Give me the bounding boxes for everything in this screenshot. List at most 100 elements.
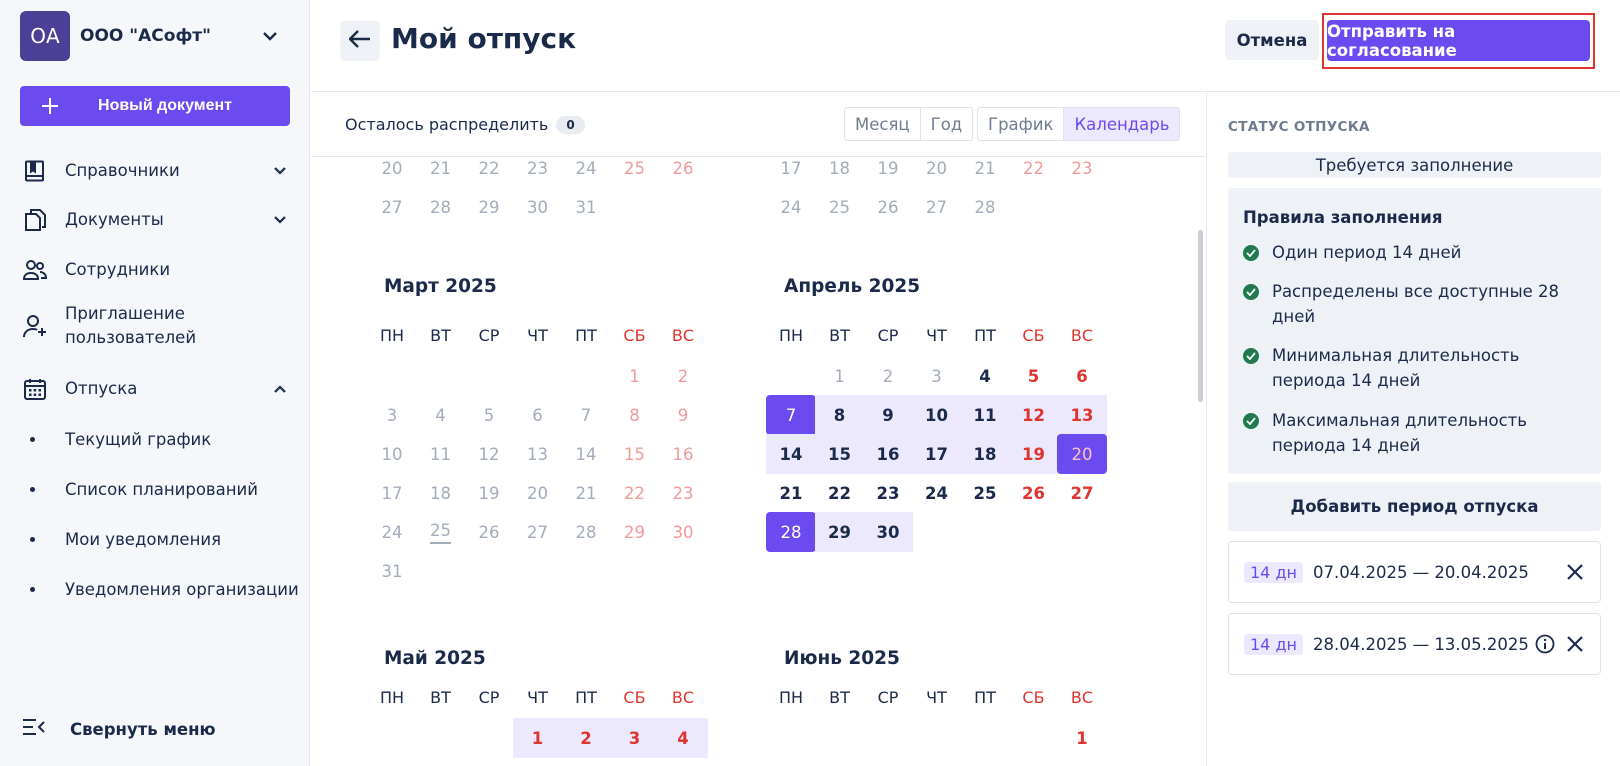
calendar-day[interactable]: 18 [815,158,865,188]
calendar-day[interactable]: 24 [912,473,962,513]
calendar-day[interactable]: 2 [561,718,611,758]
sidebar-item-invite-users[interactable]: Приглашение пользователей [22,302,212,350]
calendar-day[interactable]: 6 [1057,356,1107,396]
add-period-button[interactable]: Добавить период отпуска [1228,482,1601,531]
calendar-day[interactable]: 26 [658,158,708,188]
calendar-day[interactable]: 21 [960,158,1010,188]
calendar-day[interactable]: 17 [766,158,816,188]
close-icon[interactable] [1562,559,1588,585]
calendar-day[interactable]: 20 [1057,434,1107,474]
calendar-day[interactable]: 7 [766,395,816,435]
calendar-day[interactable]: 16 [863,434,913,474]
calendar-day[interactable]: 9 [863,395,913,435]
calendar-day[interactable]: 17 [367,473,417,513]
calendar-day[interactable]: 29 [610,512,660,552]
calendar-day[interactable]: 30 [658,512,708,552]
calendar-day[interactable]: 13 [513,434,563,474]
period-card[interactable]: 14 дн 07.04.2025 — 20.04.2025 [1228,541,1601,603]
calendar-day[interactable]: 27 [1057,473,1107,513]
calendar-day[interactable]: 29 [464,187,514,227]
calendar-day[interactable]: 28 [766,512,816,552]
collapse-menu-button[interactable]: Свернуть меню [22,718,216,740]
sidebar-item-documents[interactable]: Документы [22,207,290,233]
calendar-day[interactable]: 14 [766,434,816,474]
calendar-day[interactable]: 25 [960,473,1010,513]
calendar-day[interactable]: 2 [658,356,708,396]
calendar-day[interactable]: 23 [863,473,913,513]
sidebar-subitem-org-notifications[interactable]: Уведомления организации [30,580,300,599]
calendar-day[interactable]: 7 [561,395,611,435]
calendar-day[interactable]: 25 [416,512,466,552]
calendar-day[interactable]: 25 [610,158,660,188]
sidebar-item-vacations[interactable]: Отпуска [22,376,290,402]
calendar-day[interactable]: 24 [367,512,417,552]
calendar-day[interactable]: 23 [658,473,708,513]
calendar-day[interactable]: 21 [766,473,816,513]
calendar-day[interactable]: 8 [610,395,660,435]
calendar-day[interactable]: 19 [863,158,913,188]
calendar-day[interactable]: 26 [464,512,514,552]
back-button[interactable] [340,21,380,61]
org-switcher[interactable]: ОА ООО "АСофт" [20,11,280,61]
tab-month[interactable]: Месяц [845,108,921,140]
calendar-day[interactable]: 15 [814,434,865,474]
calendar-day[interactable]: 14 [561,434,611,474]
calendar-day[interactable]: 12 [1008,395,1059,435]
calendar-day[interactable]: 27 [912,187,962,227]
calendar-day[interactable]: 10 [911,395,962,435]
calendar-day[interactable]: 17 [911,434,962,474]
calendar-day[interactable]: 21 [416,158,466,188]
close-icon[interactable] [1562,631,1588,657]
calendar-day[interactable]: 27 [367,187,417,227]
calendar-day[interactable]: 1 [1057,718,1107,758]
calendar-day[interactable]: 20 [513,473,563,513]
calendar-day[interactable]: 24 [561,158,611,188]
calendar-day[interactable]: 31 [561,187,611,227]
sidebar-item-directories[interactable]: Справочники [22,158,290,184]
calendar-day[interactable]: 21 [561,473,611,513]
calendar-day[interactable]: 2 [863,356,913,396]
calendar-day[interactable]: 5 [464,395,514,435]
calendar-day[interactable]: 4 [960,356,1010,396]
calendar-day[interactable]: 11 [960,395,1010,435]
calendar-day[interactable]: 20 [912,158,962,188]
calendar-day[interactable]: 12 [464,434,514,474]
calendar-day[interactable]: 19 [464,473,514,513]
calendar-day[interactable]: 4 [416,395,466,435]
calendar-day[interactable]: 9 [658,395,708,435]
calendar-day[interactable]: 5 [1009,356,1059,396]
period-card[interactable]: 14 дн 28.04.2025 — 13.05.2025 [1228,613,1601,675]
calendar-day[interactable]: 22 [815,473,865,513]
calendar-day[interactable]: 3 [367,395,417,435]
calendar-day[interactable]: 3 [609,718,660,758]
calendar-day[interactable]: 22 [1009,158,1059,188]
calendar-day[interactable]: 6 [513,395,563,435]
calendar-day[interactable]: 16 [658,434,708,474]
calendar-day[interactable]: 25 [815,187,865,227]
calendar-day[interactable]: 28 [561,512,611,552]
calendar-day[interactable]: 1 [512,718,563,758]
sidebar-subitem-current-schedule[interactable]: Текущий график [30,430,300,449]
tab-calendar[interactable]: Календарь [1064,108,1180,140]
calendar-day[interactable]: 24 [766,187,816,227]
scrollbar[interactable] [1198,230,1203,402]
sidebar-item-employees[interactable]: Сотрудники [22,257,290,283]
info-icon[interactable] [1532,631,1558,657]
calendar-day[interactable]: 28 [416,187,466,227]
calendar-day[interactable]: 23 [1057,158,1107,188]
submit-for-approval-button[interactable]: Отправить на согласование [1327,20,1590,61]
tab-year[interactable]: Год [921,108,973,140]
calendar-day[interactable]: 8 [814,395,865,435]
calendar-day[interactable]: 26 [1009,473,1059,513]
calendar-day[interactable]: 19 [1008,434,1059,474]
calendar-day[interactable]: 28 [960,187,1010,227]
calendar-day[interactable]: 23 [513,158,563,188]
calendar-day[interactable]: 29 [814,512,865,552]
calendar-day[interactable]: 20 [367,158,417,188]
calendar-day[interactable]: 26 [863,187,913,227]
chevron-down-icon[interactable] [260,26,280,46]
calendar-day[interactable]: 13 [1057,395,1107,435]
calendar-day[interactable]: 1 [815,356,865,396]
new-document-button[interactable]: Новый документ [20,86,290,126]
calendar-day[interactable]: 30 [513,187,563,227]
